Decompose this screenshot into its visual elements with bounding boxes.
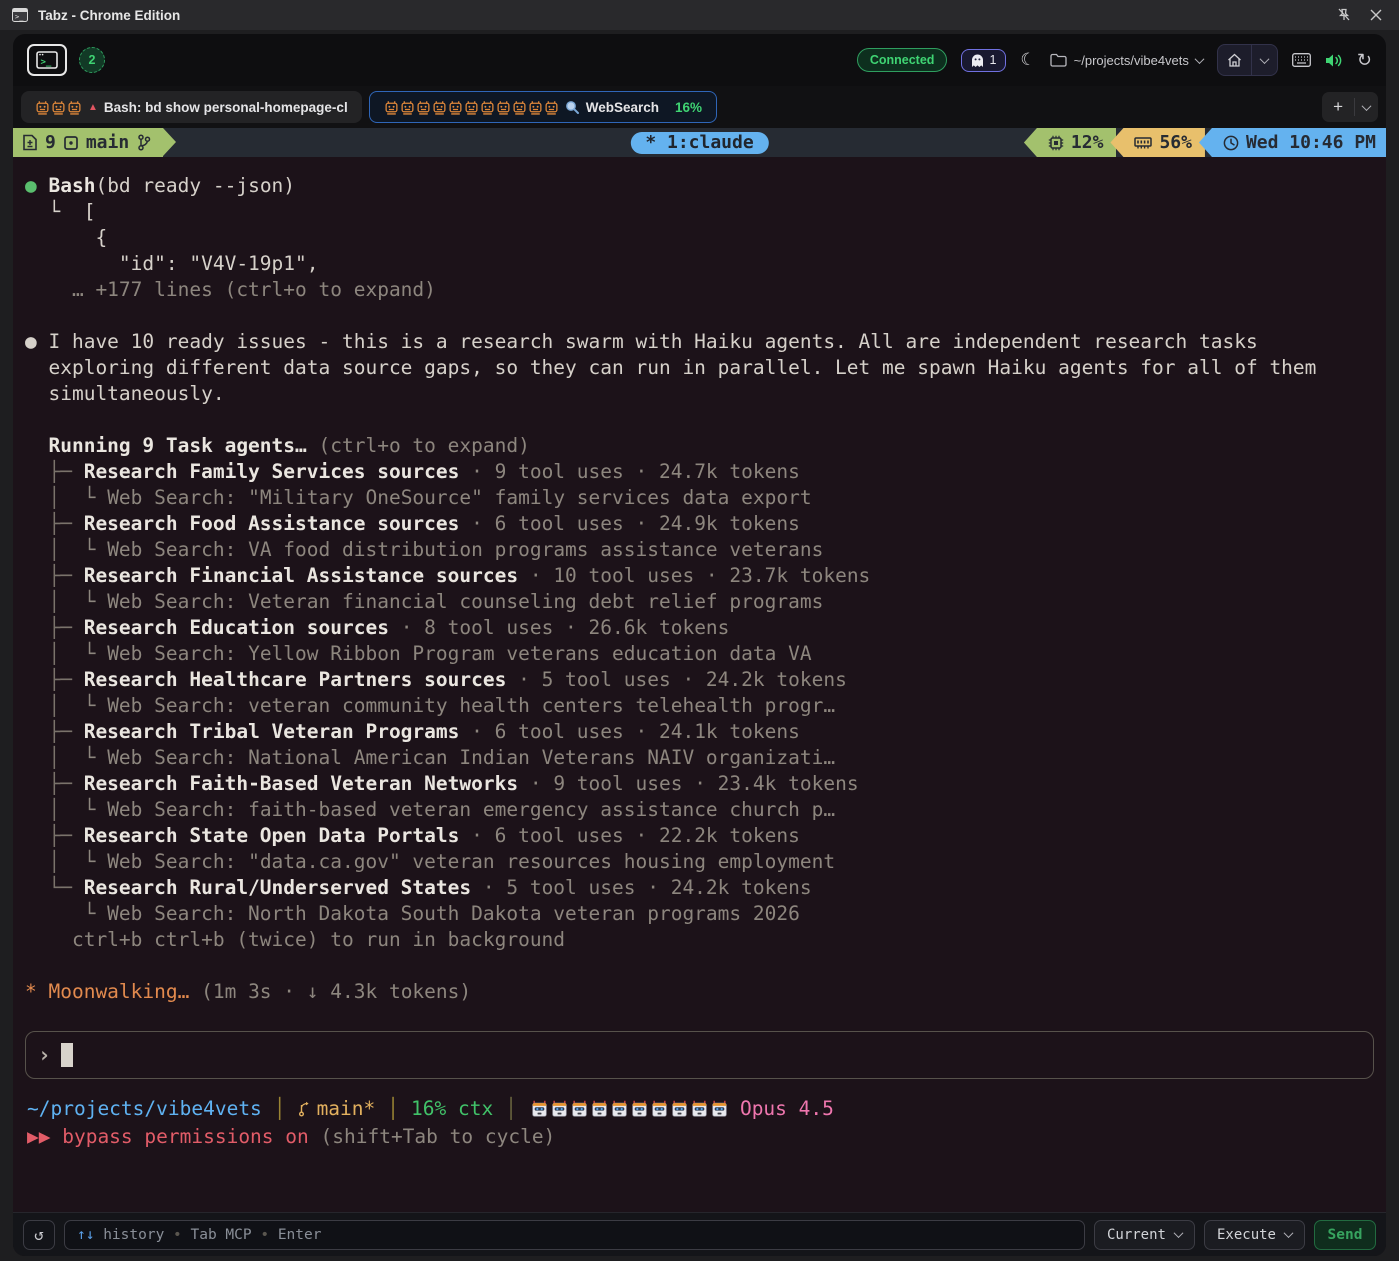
- mode-select[interactable]: Execute: [1204, 1220, 1305, 1250]
- history-button[interactable]: ↺: [23, 1220, 55, 1250]
- memory-segment: 56%: [1110, 128, 1205, 157]
- clock-segment: Wed 10:46 PM: [1199, 128, 1386, 157]
- history-icon: ↺: [34, 1225, 44, 1244]
- command-input-placeholder: ↑↓ history • Tab MCP • Enter: [77, 1227, 321, 1243]
- target-select[interactable]: Current: [1094, 1220, 1195, 1250]
- home-split-button[interactable]: [1217, 44, 1278, 76]
- target-select-label: Current: [1107, 1227, 1166, 1243]
- chevron-down-icon: [1174, 1228, 1184, 1238]
- connected-badge: Connected: [857, 48, 948, 72]
- tab-bash[interactable]: ▲ Bash: bd show personal-homepage-cl: [21, 91, 362, 123]
- command-bar: ↺ ↑↓ history • Tab MCP • Enter Current E…: [13, 1212, 1386, 1256]
- chevron-down-icon: [1284, 1228, 1294, 1238]
- ram-icon: [1134, 136, 1152, 150]
- claude-status-line: ~/projects/vibe4vets │ main* │ 16% ctx │…: [27, 1095, 1374, 1122]
- home-icon[interactable]: [1218, 45, 1251, 75]
- terminal-window-icon[interactable]: >_: [27, 44, 67, 76]
- tab-count-badge[interactable]: 2: [79, 47, 105, 73]
- separator: │: [493, 1095, 529, 1122]
- folder-icon: [1050, 53, 1067, 67]
- tab-websearch-label: WebSearch: [586, 100, 659, 115]
- clock-icon: [1223, 135, 1239, 151]
- text-cursor: [61, 1043, 73, 1067]
- prompt-chevron: ›: [38, 1043, 51, 1067]
- tab-websearch[interactable]: WebSearch 16%: [369, 91, 717, 123]
- git-branch-icon: [137, 134, 151, 151]
- separator: │: [375, 1095, 411, 1122]
- terminal-output: ● Bash(bd ready --json) └ [ { "id": "V4V…: [13, 157, 1386, 1005]
- tmux-branch-name: main: [86, 132, 129, 153]
- statusline-path: ~/projects/vibe4vets: [27, 1095, 262, 1122]
- toolbar: >_ 2 Connected 1 ☾ ~/projects/vibe4vets: [13, 34, 1386, 86]
- send-button[interactable]: Send: [1314, 1220, 1376, 1250]
- statusline-model: Opus 4.5: [730, 1095, 834, 1122]
- git-branch-icon: [298, 1101, 311, 1117]
- tab-bash-label: Bash: bd show personal-homepage-cl: [104, 100, 348, 115]
- refresh-icon[interactable]: ↻: [1357, 50, 1372, 71]
- new-tab-dropdown-chevron[interactable]: [1355, 98, 1378, 116]
- svg-text:>_: >_: [15, 13, 24, 21]
- tmux-status-bar: 9 main * 1:claude 12% 56% Wed 10:46 PM: [13, 128, 1386, 157]
- bypass-permissions-line: ▶▶ bypass permissions on (shift+Tab to c…: [27, 1123, 1374, 1150]
- branch-label: main*: [317, 1095, 376, 1122]
- mode-select-label: Execute: [1217, 1227, 1276, 1243]
- new-tab-button[interactable]: +: [1322, 92, 1378, 122]
- ghost-count: 1: [989, 53, 996, 67]
- robot-icons: [384, 100, 559, 115]
- tab-websearch-percent: 16%: [675, 100, 702, 115]
- tmux-left-segment: 9 main: [13, 128, 163, 157]
- search-icon: [565, 100, 580, 115]
- tab-strip: ▲ Bash: bd show personal-homepage-cl Web…: [13, 86, 1386, 128]
- claude-input-box[interactable]: ›: [25, 1031, 1374, 1079]
- terminal-pane: ● Bash(bd ready --json) └ [ { "id": "V4V…: [13, 157, 1386, 1256]
- tmux-changes-count: 9: [45, 132, 56, 153]
- unpin-icon[interactable]: [1333, 4, 1355, 26]
- app-icon: >_: [12, 8, 28, 22]
- cpu-icon: [1048, 135, 1064, 151]
- project-path: ~/projects/vibe4vets: [1074, 53, 1189, 68]
- window-title: Tabz - Chrome Edition: [38, 8, 180, 23]
- dark-mode-icon[interactable]: ☾: [1020, 50, 1035, 70]
- cpu-percent: 12%: [1071, 132, 1104, 153]
- separator: │: [262, 1095, 298, 1122]
- project-path-group[interactable]: ~/projects/vibe4vets: [1050, 53, 1203, 68]
- ghost-sessions-button[interactable]: 1: [961, 49, 1006, 72]
- command-input[interactable]: ↑↓ history • Tab MCP • Enter: [64, 1220, 1085, 1250]
- home-dropdown-chevron[interactable]: [1252, 45, 1277, 75]
- robot-icons: [531, 1100, 728, 1117]
- statusline-branch: main*: [298, 1095, 376, 1122]
- plus-icon[interactable]: +: [1322, 97, 1354, 117]
- svg-text:>_: >_: [41, 58, 52, 68]
- statusline-context: 16% ctx: [411, 1095, 493, 1122]
- keyboard-icon[interactable]: [1292, 53, 1311, 67]
- speaker-icon[interactable]: [1325, 53, 1343, 68]
- window-titlebar: >_ Tabz - Chrome Edition: [0, 0, 1399, 30]
- close-window-icon[interactable]: [1365, 4, 1387, 26]
- robot-icons: [35, 100, 82, 115]
- ghost-icon: [971, 53, 984, 68]
- chevron-down-icon: [1194, 54, 1204, 64]
- clock-text: Wed 10:46 PM: [1246, 132, 1376, 153]
- tmux-session-badge[interactable]: * 1:claude: [630, 132, 768, 154]
- app-panel: >_ 2 Connected 1 ☾ ~/projects/vibe4vets: [13, 34, 1386, 1256]
- powerline-arrow: [163, 128, 176, 156]
- warning-triangle-icon: ▲: [88, 102, 98, 113]
- pane-icon: [64, 136, 78, 150]
- memory-percent: 56%: [1159, 132, 1192, 153]
- diff-file-icon: [23, 134, 37, 151]
- cpu-segment: 12%: [1024, 128, 1117, 157]
